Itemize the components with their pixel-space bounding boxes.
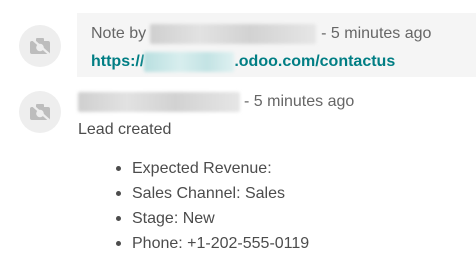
tracking-value-item: Phone: +1-202-555-0119 (115, 231, 309, 256)
redacted-author-name (78, 92, 240, 112)
chatter-thread: Note by - 5 minutes ago https:// .odoo.c… (0, 0, 476, 271)
message-body: Lead created (78, 121, 172, 138)
redacted-link-part (144, 52, 235, 72)
note-link-start: https:// (91, 53, 145, 70)
tracking-values-list: Expected Revenue: Sales Channel: Sales S… (96, 156, 309, 256)
tracking-value-item: Expected Revenue: (115, 156, 309, 181)
note-by-label: Note by (91, 25, 147, 42)
author-avatar[interactable] (19, 91, 61, 133)
camera-slash-icon (30, 103, 50, 121)
note-link[interactable]: https:// .odoo.com/contactus (91, 52, 395, 72)
redacted-author-name (150, 24, 317, 44)
camera-slash-icon (30, 37, 50, 55)
note-header: Note by - 5 minutes ago (91, 24, 431, 44)
author-avatar[interactable] (19, 25, 61, 67)
note-timestamp: - 5 minutes ago (321, 25, 432, 42)
message-timestamp: - 5 minutes ago (244, 93, 355, 110)
tracking-value-item: Stage: New (115, 206, 309, 231)
tracking-value-item: Sales Channel: Sales (115, 181, 309, 206)
message-header: - 5 minutes ago (78, 92, 354, 112)
note-link-end: .odoo.com/contactus (234, 53, 396, 70)
